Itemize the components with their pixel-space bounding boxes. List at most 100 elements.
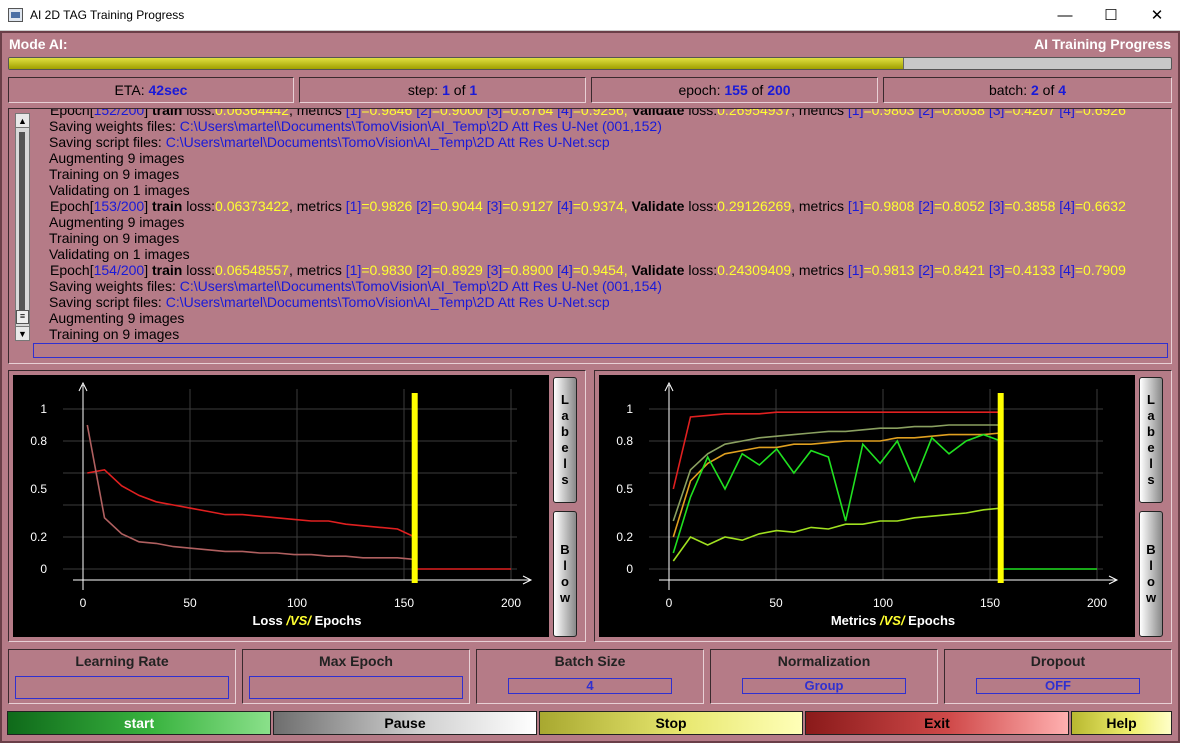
x-tick-label: 200 — [501, 596, 521, 610]
log-vv4: =0.6926 — [1074, 108, 1126, 118]
progress-fill — [9, 58, 904, 69]
series-line — [672, 507, 1001, 562]
epoch-of: of — [751, 82, 764, 98]
log-line: Augmenting 9 images — [49, 214, 1169, 230]
window-title: AI 2D TAG Training Progress — [30, 8, 185, 22]
log-v1: =0.9846 — [361, 108, 417, 118]
minimize-button[interactable]: — — [1042, 0, 1088, 31]
side-button-letter: B — [1146, 542, 1156, 557]
side-button-letter: a — [561, 408, 569, 423]
x-axis-label: Metrics /VS/ Epochs — [831, 613, 955, 628]
labels-button-right[interactable]: Labels — [1139, 377, 1163, 503]
help-button[interactable]: Help — [1071, 711, 1172, 735]
batch-size-input[interactable]: 4 — [508, 678, 672, 694]
batch-label: batch: — [988, 82, 1028, 98]
log-text: Validating on 1 images — [49, 246, 190, 262]
log-m3: [3] — [486, 262, 503, 278]
epoch-status: epoch: 155 of 200 — [591, 77, 878, 103]
stop-button[interactable]: Stop — [539, 711, 803, 735]
x-label-vs: /VS/ — [283, 613, 315, 628]
y-tick-label: 1 — [626, 402, 633, 416]
log-path: C:\Users\martel\Documents\TomoVision\AI_… — [179, 278, 662, 294]
y-tick-label: 0.8 — [30, 434, 47, 448]
log-line: Epoch[154/200] train loss:0.06548557, me… — [49, 262, 1169, 278]
max-epoch-label: Max Epoch — [319, 653, 393, 669]
log-post: ] — [144, 198, 152, 214]
log-v2: =0.9000 — [431, 108, 487, 118]
dropout-input[interactable]: OFF — [976, 678, 1140, 694]
side-button-letter: B — [560, 542, 570, 557]
log-m4: [4] — [557, 262, 573, 278]
log-scrollbar[interactable]: ▲ ≡ ▼ — [15, 113, 30, 341]
scroll-thumb[interactable]: ≡ — [16, 310, 29, 324]
log-path: C:\Users\martel\Documents\TomoVision\AI_… — [179, 118, 662, 134]
training-progress-bar — [8, 57, 1172, 70]
max-epoch-input[interactable] — [249, 676, 463, 699]
blow-button-right[interactable]: Blow — [1139, 511, 1163, 637]
log-vloss-lab: loss: — [684, 198, 718, 214]
log-v3: =0.8900 — [502, 262, 558, 278]
log-v1: =0.9826 — [361, 198, 417, 214]
log-m4: [4] — [557, 198, 573, 214]
log-lines: Epoch[152/200] train loss:0.06364442, me… — [49, 108, 1169, 342]
log-label: Saving script files: — [49, 294, 166, 310]
x-tick-label: 100 — [873, 596, 893, 610]
scroll-up-icon[interactable]: ▲ — [16, 114, 29, 128]
log-text: Augmenting 9 images — [49, 310, 185, 326]
log-line: Saving script files: C:\Users\martel\Doc… — [49, 294, 1169, 310]
x-label-a: Loss — [252, 613, 282, 628]
exit-button[interactable]: Exit — [805, 711, 1069, 735]
log-vv4: =0.7909 — [1074, 262, 1126, 278]
start-button[interactable]: start — [7, 711, 271, 735]
log-vm3: [3] — [988, 198, 1005, 214]
scroll-track[interactable] — [19, 132, 25, 310]
log-text: Training on 9 images — [49, 326, 180, 342]
log-vv1: =0.9803 — [863, 108, 919, 118]
log-vloss-lab: loss: — [684, 108, 718, 118]
side-button-letter: w — [559, 590, 571, 605]
step-status: step: 1 of 1 — [299, 77, 586, 103]
log-v3: =0.9127 — [502, 198, 558, 214]
log-line: Epoch[153/200] train loss:0.06373422, me… — [49, 198, 1169, 214]
command-input[interactable] — [33, 343, 1168, 358]
loss-chart: 0 50 100 150 200 0 0.2 0.5 0.8 1 Loss /VS/ Epochs — [30, 381, 533, 628]
normalization-input[interactable]: Group — [742, 678, 906, 694]
blow-button-left[interactable]: Blow — [553, 511, 577, 637]
scroll-down-icon[interactable]: ▼ — [16, 326, 29, 340]
log-vv3: =0.4133 — [1004, 262, 1060, 278]
x-label-vs: /VS/ — [876, 613, 908, 628]
log-vloss: 0.26954937 — [717, 108, 792, 118]
pause-button[interactable]: Pause — [273, 711, 537, 735]
log-line: Augmenting 9 images — [49, 150, 1169, 166]
x-tick-label: 200 — [1087, 596, 1107, 610]
maximize-button[interactable]: ☐ — [1088, 0, 1134, 31]
side-button-letter: e — [561, 440, 569, 455]
series-line — [86, 424, 415, 561]
learning-rate-input[interactable] — [15, 676, 229, 699]
log-m1: [1] — [345, 198, 362, 214]
log-loss-lab: loss: — [182, 108, 216, 118]
series-line — [672, 433, 1001, 554]
side-button-letter: w — [1145, 590, 1157, 605]
log-pre: Epoch[ — [50, 262, 94, 278]
log-vm-lab: , metrics — [791, 108, 848, 118]
log-m3: [3] — [486, 198, 503, 214]
y-tick-label: 0.2 — [616, 530, 633, 544]
x-tick-label: 150 — [980, 596, 1000, 610]
close-button[interactable]: ✕ — [1134, 0, 1180, 31]
labels-button-left[interactable]: Labels — [553, 377, 577, 503]
log-v1: =0.9830 — [361, 262, 417, 278]
log-loss: 0.06373422 — [215, 198, 289, 214]
log-vm3: [3] — [988, 108, 1005, 118]
log-vm1: [1] — [847, 198, 864, 214]
page-title: AI Training Progress — [1034, 36, 1171, 52]
epoch-label: epoch: — [678, 82, 721, 98]
x-tick-label: 0 — [80, 596, 87, 610]
log-m4: [4] — [557, 108, 573, 118]
x-label-a: Metrics — [831, 613, 877, 628]
batch-size-label: Batch Size — [554, 653, 626, 669]
log-val: Validate — [631, 262, 685, 278]
log-vm1: [1] — [847, 108, 864, 118]
log-line: Saving weights files: C:\Users\martel\Do… — [49, 118, 1169, 134]
log-post: ] — [144, 262, 152, 278]
